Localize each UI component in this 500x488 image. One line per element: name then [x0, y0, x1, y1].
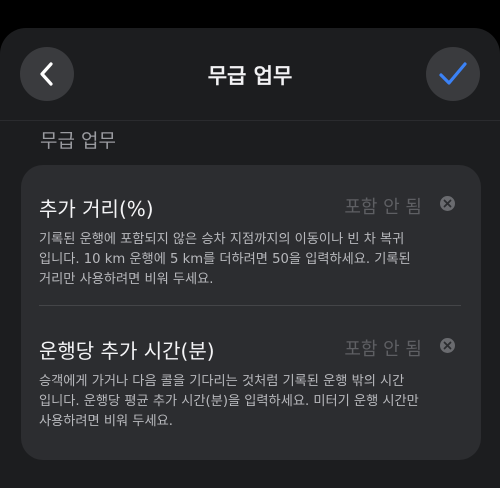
- x-icon: [443, 199, 452, 208]
- extra-distance-input[interactable]: 포함 안 됨: [344, 193, 422, 219]
- extra-time-description: 승객에게 가거나 다음 콜을 기다리는 것처럼 기록된 운행 밖의 시간 입니다…: [39, 374, 419, 429]
- checkmark-icon: [439, 62, 467, 85]
- header-divider: [0, 120, 500, 121]
- done-button[interactable]: [426, 47, 480, 101]
- row-divider: [39, 305, 461, 306]
- page-title: 무급 업무: [207, 64, 293, 88]
- section-title: 무급 업무: [40, 130, 116, 152]
- extra-distance-description: 기록된 운행에 포함되지 않은 승차 지점까지의 이동이나 빈 차 복귀 입니다…: [39, 232, 411, 287]
- x-icon: [443, 341, 452, 350]
- clear-icon[interactable]: [440, 196, 455, 211]
- extra-time-input[interactable]: 포함 안 됨: [344, 335, 422, 361]
- extra-time-label: 운행당 추가 시간(분): [39, 339, 215, 363]
- modal-sheet: 무급 업무 무급 업무 추가 거리(%) 포함 안 됨 기록된 운행에 포함되지…: [0, 28, 500, 488]
- header: 무급 업무: [0, 28, 500, 120]
- clear-icon[interactable]: [440, 338, 455, 353]
- settings-card: 추가 거리(%) 포함 안 됨 기록된 운행에 포함되지 않은 승차 지점까지의…: [21, 165, 481, 460]
- extra-distance-label: 추가 거리(%): [39, 197, 154, 221]
